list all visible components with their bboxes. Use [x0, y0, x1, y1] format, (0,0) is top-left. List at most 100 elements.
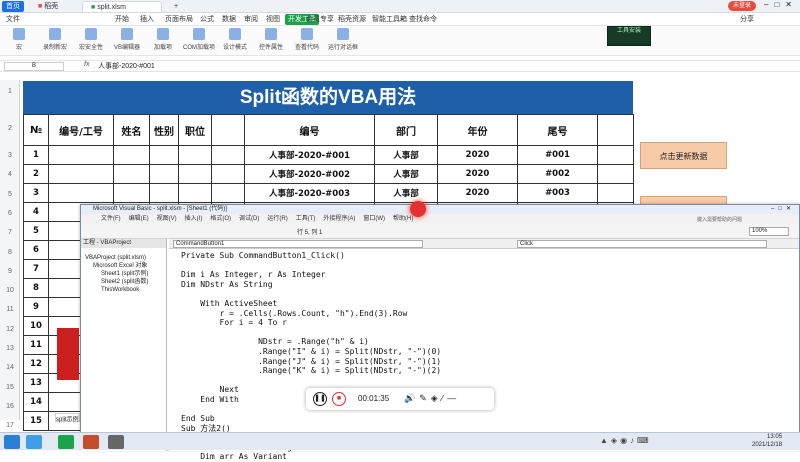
code-line[interactable]: [181, 328, 799, 338]
row-number[interactable]: 10: [0, 287, 20, 294]
cell-n[interactable]: 14: [23, 392, 49, 412]
cell-n[interactable]: 3: [23, 183, 49, 203]
cell-n[interactable]: 13: [23, 373, 49, 393]
code-line[interactable]: End Sub: [181, 414, 799, 424]
sheet-tab[interactable]: split示例: [55, 413, 80, 423]
row-number[interactable]: 8: [0, 249, 20, 256]
tool-install-panel[interactable]: 工具安装: [607, 26, 651, 46]
vbe-menu-item[interactable]: 调试(D): [239, 216, 259, 222]
cell-empty[interactable]: [48, 183, 114, 203]
vbe-menu-item[interactable]: 文件(F): [101, 216, 121, 222]
menu-review[interactable]: 审阅: [244, 14, 258, 25]
row-number[interactable]: 5: [0, 191, 20, 198]
cell-n[interactable]: 4: [23, 202, 49, 222]
vbe-menu-item[interactable]: 编辑(E): [129, 216, 149, 222]
cell-empty[interactable]: [149, 145, 179, 165]
taskbar-app-wps-icon[interactable]: [58, 435, 74, 449]
menu-daoke-resources[interactable]: 稻壳资源: [338, 14, 366, 25]
cell-n[interactable]: 6: [23, 240, 49, 260]
cell-code[interactable]: 人事部-2020-#002: [244, 164, 375, 184]
recording-tools[interactable]: 🔊✎◈∕—: [404, 393, 460, 404]
tree-excel-objects[interactable]: Microsoft Excel 对象: [85, 262, 164, 270]
code-line[interactable]: Dim arr As Variant: [181, 452, 799, 462]
cell-empty[interactable]: [597, 183, 634, 203]
cell-n[interactable]: 9: [23, 297, 49, 317]
cell-year[interactable]: 2020: [437, 164, 518, 184]
menu-home[interactable]: 开始: [115, 14, 129, 25]
cell-empty[interactable]: [211, 183, 245, 203]
cell-empty[interactable]: [597, 145, 634, 165]
code-line[interactable]: Dim i As Integer, r As Integer: [181, 270, 799, 280]
tab-daoke[interactable]: ■ 稻壳: [30, 1, 66, 12]
code-line[interactable]: .Range("K" & i) = Split(NDstr, "-")(2): [181, 366, 799, 376]
procedure-select[interactable]: Click: [517, 240, 767, 248]
cell-empty[interactable]: [113, 145, 150, 165]
cell-n[interactable]: 12: [23, 354, 49, 374]
search-icon[interactable]: ⌕: [400, 14, 404, 25]
cell-n[interactable]: 15: [23, 411, 49, 431]
cell-empty[interactable]: [597, 164, 634, 184]
vbe-window-controls[interactable]: –□✕: [771, 205, 795, 214]
menu-formulas[interactable]: 公式: [200, 14, 214, 25]
cell-n[interactable]: 7: [23, 259, 49, 279]
ribbon-control-props[interactable]: 控件属性: [254, 28, 288, 51]
new-tab-button[interactable]: +: [166, 1, 186, 12]
column-header[interactable]: 部门: [374, 114, 438, 146]
cell-code[interactable]: 人事部-2020-#001: [244, 145, 375, 165]
row-number[interactable]: 9: [0, 268, 20, 275]
ribbon-design-mode[interactable]: 设计模式: [218, 28, 252, 51]
user-badge[interactable]: 未登录: [728, 1, 756, 11]
cell-dept[interactable]: 人事部: [374, 145, 438, 165]
menu-member[interactable]: 会员专享: [306, 14, 334, 25]
row-number[interactable]: 2: [0, 125, 20, 132]
cell-n[interactable]: 2: [23, 164, 49, 184]
name-box[interactable]: B: [4, 62, 64, 71]
fx-icon[interactable]: fx: [84, 61, 89, 68]
formula-input[interactable]: 人事部-2020-#001: [98, 61, 155, 71]
vbe-menu-item[interactable]: 窗口(W): [363, 216, 385, 222]
vbe-menu-item[interactable]: 帮助(H): [393, 216, 413, 222]
stop-icon[interactable]: ■: [332, 392, 346, 406]
vbe-menu-item[interactable]: 工具(T): [296, 216, 316, 222]
row-number[interactable]: 7: [0, 229, 20, 236]
ribbon-run-dialog[interactable]: 运行对话框: [326, 28, 360, 51]
cell-tail[interactable]: #003: [517, 183, 598, 203]
cell-empty[interactable]: [211, 164, 245, 184]
start-icon[interactable]: [4, 435, 20, 449]
cell-empty[interactable]: [178, 145, 212, 165]
vbe-menu-item[interactable]: 插入(I): [185, 216, 203, 222]
column-header[interactable]: 编号/工号: [48, 114, 114, 146]
cell-empty[interactable]: [113, 164, 150, 184]
vbe-menu-item[interactable]: 外接程序(A): [323, 216, 355, 222]
menu-page-layout[interactable]: 页面布局: [165, 14, 193, 25]
menu-file[interactable]: 文件: [6, 14, 20, 25]
cell-n[interactable]: 8: [23, 278, 49, 298]
menu-data[interactable]: 数据: [222, 14, 236, 25]
cell-empty[interactable]: [149, 183, 179, 203]
cell-empty[interactable]: [48, 145, 114, 165]
ribbon-macro-security[interactable]: 宏安全性: [74, 28, 108, 51]
cell-year[interactable]: 2020: [437, 183, 518, 203]
cell-empty[interactable]: [178, 183, 212, 203]
ribbon-addins[interactable]: 加载项: [146, 28, 180, 51]
pause-icon[interactable]: ❚❚: [313, 392, 327, 406]
column-header[interactable]: 性别: [149, 114, 179, 146]
ribbon-vb-editor[interactable]: VB编辑器: [110, 28, 144, 51]
cell-dept[interactable]: 人事部: [374, 183, 438, 203]
code-line[interactable]: r = .Cells(.Rows.Count, "h").End(3).Row: [181, 309, 799, 319]
clock[interactable]: 13:05 2021/12/18: [752, 433, 782, 449]
tab-home[interactable]: 首页: [2, 1, 24, 12]
cell-empty[interactable]: [48, 164, 114, 184]
cell-n[interactable]: 5: [23, 221, 49, 241]
row-number[interactable]: 1: [0, 88, 20, 95]
column-header[interactable]: 职位: [178, 114, 212, 146]
row-number[interactable]: 15: [0, 384, 20, 391]
column-header[interactable]: [211, 114, 245, 146]
update-data-button[interactable]: 点击更新数据: [640, 142, 727, 169]
row-number[interactable]: 3: [0, 152, 20, 159]
window-controls[interactable]: –□✕: [764, 0, 798, 9]
tree-sheet1[interactable]: Sheet1 (split示例): [85, 270, 164, 278]
code-line[interactable]: .Range("J" & i) = Split(NDstr, "-")(1): [181, 357, 799, 367]
vbe-menu-item[interactable]: 运行(R): [267, 216, 287, 222]
cell-empty[interactable]: [113, 183, 150, 203]
